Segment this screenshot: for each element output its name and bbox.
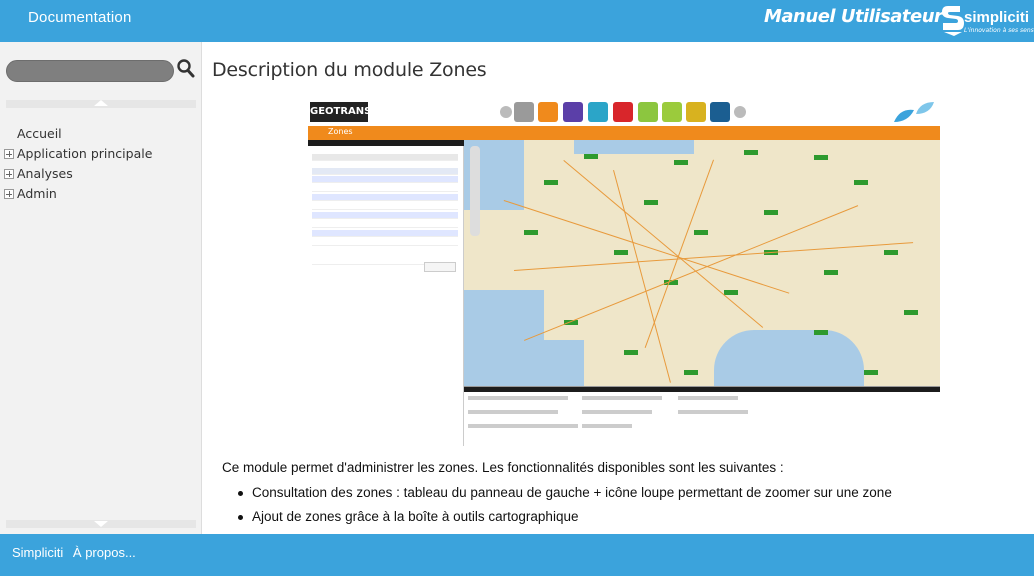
main-content: Description du module Zones GEOTRANS Zon… <box>202 42 1034 534</box>
manual-title: Manuel Utilisateur <box>764 6 943 27</box>
legend-header <box>464 387 940 392</box>
footer-bar: Simpliciti À propos... <box>0 534 1034 576</box>
footer-link-simpliciti[interactable]: Simpliciti <box>12 545 63 560</box>
tracking-icon <box>563 102 583 122</box>
help-icon <box>514 102 534 122</box>
list-icon <box>662 102 682 122</box>
table-row <box>312 221 458 228</box>
drawing-toolbar-legend <box>464 386 940 446</box>
app-header: GEOTRANS <box>308 98 940 126</box>
sidebar-item-label: Application principale <box>17 146 153 161</box>
table-row <box>312 194 458 201</box>
sidebar-item-analyses[interactable]: Analyses <box>4 164 152 184</box>
table-row <box>312 203 458 210</box>
map-view <box>464 140 940 386</box>
module-bar: Zones <box>308 126 940 140</box>
table-row <box>312 212 458 219</box>
search-icon[interactable] <box>176 58 196 80</box>
table-row <box>312 258 432 265</box>
chevron-down-icon <box>94 521 108 527</box>
sea-area <box>544 340 584 386</box>
list-item: Consultation des zones : tableau du pann… <box>238 484 892 508</box>
expand-icon[interactable] <box>4 189 14 199</box>
tool-circle-icon <box>500 106 512 118</box>
feature-list: Consultation des zones : tableau du pann… <box>238 484 892 532</box>
module-screenshot-image: GEOTRANS Zones <box>308 98 940 446</box>
scroll-down-button[interactable] <box>6 520 196 528</box>
sidebar-item-label: Analyses <box>17 166 73 181</box>
navigation-tree: Accueil Application principale Analyses … <box>4 124 152 204</box>
table-row <box>312 154 458 161</box>
sidebar-item-admin[interactable]: Admin <box>4 184 152 204</box>
scroll-up-button[interactable] <box>6 100 196 108</box>
clock-icon <box>613 102 633 122</box>
search-input[interactable] <box>6 60 174 82</box>
logo-text: simpliciti <box>964 9 1030 26</box>
drop-icon <box>588 102 608 122</box>
zones-table-panel <box>308 140 464 446</box>
simpliciti-logo: simpliciti L'innovation à ses sens <box>940 4 1034 38</box>
geotrans-logo: GEOTRANS <box>310 102 371 122</box>
table-row <box>312 185 458 192</box>
logo-tagline: L'innovation à ses sens <box>964 27 1034 34</box>
table-row <box>312 176 458 183</box>
table-row <box>312 239 458 246</box>
sidebar: Accueil Application principale Analyses … <box>0 42 202 534</box>
tool-circle-icon <box>734 106 746 118</box>
module-label: Zones <box>328 127 353 136</box>
top-header-bar: Documentation Manuel Utilisateur simplic… <box>0 0 1034 42</box>
sidebar-item-label: Accueil <box>17 126 62 141</box>
panel-header <box>308 140 464 146</box>
expand-icon[interactable] <box>4 169 14 179</box>
mail-icon <box>710 102 730 122</box>
sidebar-item-accueil[interactable]: Accueil <box>4 124 152 144</box>
network-icon <box>638 102 658 122</box>
documentation-title[interactable]: Documentation <box>28 9 132 26</box>
expand-icon[interactable] <box>4 149 14 159</box>
table-row <box>312 230 458 237</box>
zoom-slider <box>470 146 480 236</box>
chevron-up-icon <box>94 100 108 106</box>
sidebar-item-application-principale[interactable]: Application principale <box>4 144 152 164</box>
intro-paragraph: Ce module permet d'administrer les zones… <box>222 460 784 475</box>
export-csv-button <box>424 262 456 272</box>
simpliciti-s-icon <box>942 6 964 36</box>
list-item: Ajout de zones grâce à la boîte à outils… <box>238 508 892 532</box>
sea-area <box>714 330 864 386</box>
zone-tool-icon <box>538 102 558 122</box>
footer-link-about[interactable]: À propos... <box>73 545 136 560</box>
sea-area <box>574 140 694 154</box>
sea-area <box>464 290 544 386</box>
folder-icon <box>686 102 706 122</box>
leaf-logo-icon <box>894 102 934 122</box>
table-row <box>312 168 458 175</box>
page-title: Description du module Zones <box>212 59 487 81</box>
sidebar-item-label: Admin <box>17 186 57 201</box>
